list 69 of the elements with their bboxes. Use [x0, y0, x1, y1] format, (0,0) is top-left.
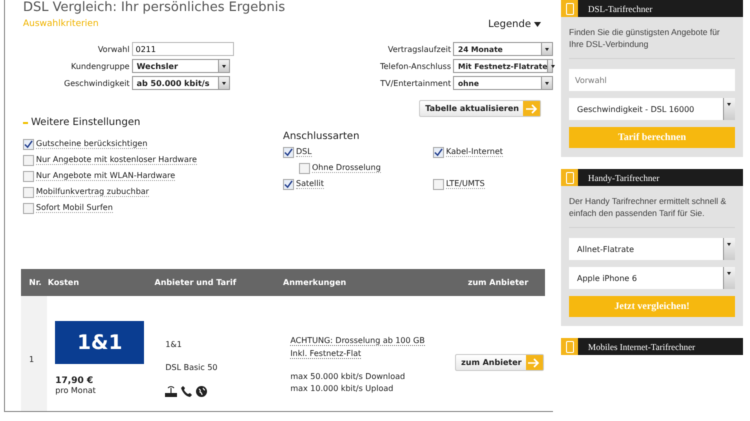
checkbox[interactable] — [23, 138, 34, 150]
checkbox[interactable] — [433, 146, 444, 158]
table-cell: 1 — [21, 296, 48, 411]
speed-spec: max 10.000 kbit/s Upload — [290, 384, 394, 393]
checkbox-label[interactable]: Satellit — [296, 179, 324, 189]
dropdown[interactable]: ab 50.000 kbit/s — [132, 76, 230, 90]
checkbox-label[interactable]: Kabel-Internet — [446, 147, 503, 157]
legend-toggle[interactable]: Legende — [488, 19, 541, 30]
checkbox[interactable] — [23, 154, 34, 166]
provider-button[interactable]: zum Anbieter — [455, 354, 544, 371]
field-label: Vertragslaufzeit — [388, 44, 451, 54]
widget-title: Mobiles Internet-Tarifrechner — [588, 342, 696, 352]
provider-name: 1&1 — [165, 340, 183, 349]
checkbox-label[interactable]: Mobilfunkvertrag zubuchbar — [36, 187, 149, 197]
widget-description: Finden Sie die günstigsten Angebote für Ihre DSL-Verbindung — [569, 26, 735, 59]
widget-description: Der Handy Tarifrechner ermittelt schnell & einfach den passenden Tarif für Sie. — [569, 195, 735, 228]
dropdown[interactable]: Apple iPhone 6 — [569, 267, 735, 289]
text-field[interactable]: 0211 — [132, 42, 234, 56]
column-header: Kosten — [48, 278, 80, 287]
dropdown[interactable]: Allnet-Flatrate — [569, 238, 735, 260]
checkbox[interactable] — [23, 170, 34, 182]
checkbox-label[interactable]: DSL — [296, 147, 312, 157]
field-label: Kundengruppe — [71, 62, 130, 70]
price-unit: pro Monat — [55, 386, 97, 394]
checkbox[interactable] — [283, 178, 294, 190]
widget-title: DSL-Tarifrechner — [588, 4, 652, 14]
provider-logo: 1&1 — [55, 320, 144, 364]
update-table-button[interactable]: Tabelle aktualisieren — [419, 100, 541, 117]
checkbox[interactable] — [23, 186, 34, 198]
caret-icon — [534, 22, 541, 27]
checkbox[interactable] — [283, 146, 294, 158]
speed-spec: max 50.000 kbit/s Download — [290, 372, 406, 381]
tariff-name: DSL Basic 50 — [165, 363, 219, 372]
note-link[interactable]: ACHTUNG: Drosselung ab 100 GB — [290, 336, 425, 346]
checkbox[interactable] — [23, 202, 34, 214]
column-header: Anmerkungen — [283, 278, 348, 287]
checkbox-label[interactable]: Sofort Mobil Surfen — [36, 203, 113, 213]
checkbox-label[interactable]: Nur Angebote mit kostenloser Hardware — [36, 155, 197, 165]
checkbox[interactable] — [299, 162, 310, 174]
section-title: Auswahlkriterien — [23, 19, 99, 30]
text-field[interactable]: Vorwahl — [569, 69, 735, 91]
dropdown[interactable]: Geschwindigkeit - DSL 16000 — [569, 98, 735, 120]
field-label: Vorwahl — [98, 44, 130, 54]
section-title: Weitere Einstellungen — [23, 117, 283, 128]
dropdown[interactable]: Wechsler — [132, 59, 230, 73]
note-link[interactable]: Inkl. Festnetz-Flat — [290, 349, 362, 359]
checkbox-label[interactable]: Ohne Drosselung — [312, 163, 381, 173]
price: 17,90 € — [55, 376, 94, 386]
page-title: DSL Vergleich: Ihr persönliches Ergebnis — [23, 0, 286, 15]
device-icon — [566, 340, 574, 352]
widget-title: Handy-Tarifrechner — [588, 172, 660, 182]
checkbox-label[interactable]: Nur Angebote mit WLAN-Hardware — [36, 171, 176, 181]
field-label: TV/Entertainment — [380, 78, 451, 88]
field-label: Telefon-Anschluss — [380, 62, 451, 70]
column-header: zum Anbieter — [466, 278, 530, 287]
field-label: Geschwindigkeit — [64, 78, 130, 88]
checkbox-label[interactable]: Gutscheine berücksichtigen — [36, 139, 148, 149]
globe-icon — [196, 386, 208, 397]
arrow-icon — [528, 358, 540, 368]
arrow-icon — [526, 104, 538, 114]
column-header: Nr. — [28, 278, 43, 287]
phone-icon — [181, 386, 192, 397]
device-icon — [566, 2, 574, 14]
column-header: Anbieter und Tarif — [154, 278, 238, 287]
section-title: Anschlussarten — [283, 131, 360, 142]
checkbox-label[interactable]: LTE/UMTS — [446, 179, 485, 189]
device-icon — [566, 172, 574, 184]
checkbox[interactable] — [433, 178, 444, 190]
router-icon — [165, 386, 178, 397]
